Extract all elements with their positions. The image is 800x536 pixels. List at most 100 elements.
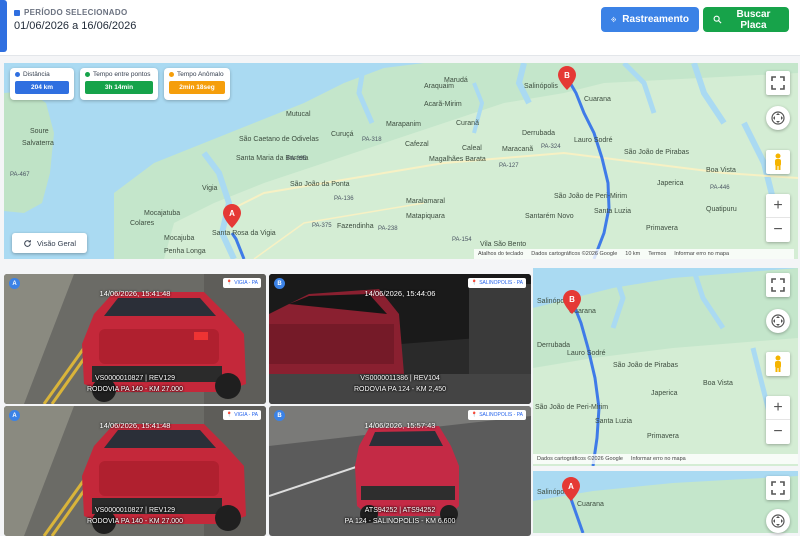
fullscreen-button[interactable] xyxy=(766,273,790,297)
place-label: Caleal xyxy=(462,145,482,152)
place-label: Magalhães Barata xyxy=(429,156,486,163)
zoom-control: + − xyxy=(766,194,790,242)
move-icon xyxy=(771,514,785,528)
fullscreen-icon xyxy=(771,76,785,90)
header: PERÍODO SELECIONADO 01/06/2026 a 16/06/2… xyxy=(0,0,800,56)
capture-point-badge: A xyxy=(9,410,20,421)
road-label: PA-467 xyxy=(10,172,30,178)
place-label: Derrubada xyxy=(537,342,571,349)
place-label: Cafezal xyxy=(405,141,429,148)
capture-device: ATS94252 | ATS94252 xyxy=(364,507,436,514)
zoom-out-button[interactable]: − xyxy=(766,420,790,444)
place-label: Santa Luzia xyxy=(595,418,632,425)
place-label: Boa Vista xyxy=(703,380,733,387)
place-label: Japerica xyxy=(651,390,678,397)
capture-mini-map[interactable]: Salinópolis Cuarana A xyxy=(533,471,798,533)
place-label: Maracanã xyxy=(502,146,534,153)
search-plate-button[interactable]: Buscar Placa xyxy=(703,7,789,32)
place-label: Primavera xyxy=(646,225,678,232)
zoom-control: + − xyxy=(766,396,790,444)
location-tag: 📍 VIGIA - PA xyxy=(222,278,261,288)
place-label: São João de Pirabas xyxy=(624,149,689,156)
capture-road: PA 124 - SALINOPOLIS - KM 6.600 xyxy=(344,518,456,525)
place-label: Acarã-Mirim xyxy=(424,101,462,108)
capture-photo[interactable]: B 📍 SALINOPOLIS - PA 14/06/2026, 15:57:43… xyxy=(269,406,531,536)
capture-point-badge: B xyxy=(274,278,285,289)
road-label: PA-395 xyxy=(287,156,307,162)
road-label: PA-318 xyxy=(362,137,382,143)
overview-button[interactable]: Visão Geral xyxy=(12,233,87,253)
place-label: Santarém Novo xyxy=(525,213,574,220)
tracking-button[interactable]: Rastreamento xyxy=(601,7,699,32)
target-icon xyxy=(611,16,617,23)
zoom-in-button[interactable]: + xyxy=(766,194,790,218)
road-label: PA-375 xyxy=(312,223,332,229)
fullscreen-button[interactable] xyxy=(766,476,790,500)
place-label: Mocajuba xyxy=(164,235,195,242)
place-label: Quatipuru xyxy=(706,206,737,213)
camera-control-button[interactable] xyxy=(766,106,790,130)
period-label: PERÍODO SELECIONADO xyxy=(14,8,128,17)
camera-control-button[interactable] xyxy=(766,509,790,533)
route-pin-b[interactable]: B xyxy=(558,66,576,90)
capture-timestamp: 14/06/2026, 15:57:43 xyxy=(364,421,436,430)
place-label: Cuarana xyxy=(577,501,604,508)
move-icon xyxy=(771,111,785,125)
place-label: Santa Luzia xyxy=(594,208,631,215)
svg-text:B: B xyxy=(569,295,575,304)
map-footer: Atalhos do teclado Dados cartográficos ©… xyxy=(474,249,794,259)
capture-photo[interactable]: A 📍 VIGIA - PA 14/06/2026, 15:41:48 VS000… xyxy=(4,274,266,404)
place-label: São João da Ponta xyxy=(290,181,350,188)
capture-photo[interactable]: B 📍 SALINOPOLIS - PA 14/06/2026, 15:44:06… xyxy=(269,274,531,404)
header-accent xyxy=(0,0,7,52)
svg-text:B: B xyxy=(564,71,570,80)
place-label: São João de Pirabas xyxy=(613,362,678,369)
place-label: Mocajatuba xyxy=(144,210,181,217)
fullscreen-icon xyxy=(771,481,785,495)
keyboard-shortcuts-link[interactable]: Atalhos do teclado xyxy=(478,251,523,257)
svg-text:A: A xyxy=(568,482,574,491)
place-label: Lauro Sodré xyxy=(574,137,613,144)
place-label: São Caetano de Odivelas xyxy=(239,136,319,143)
place-label: Penha Longa xyxy=(164,248,206,255)
fullscreen-button[interactable] xyxy=(766,71,790,95)
place-label: São João de Peri-Mirim xyxy=(535,404,609,411)
stat-time-between: Tempo entre pontos 3h 14min xyxy=(80,68,158,100)
stat-anomalous-time: Tempo Anômalo 2min 18seg xyxy=(164,68,230,100)
camera-control-button[interactable] xyxy=(766,309,790,333)
street-view-pegman[interactable] xyxy=(766,150,790,174)
place-label: Boa Vista xyxy=(706,167,736,174)
capture-point-badge: B xyxy=(274,410,285,421)
route-pin-a[interactable]: A xyxy=(223,204,241,228)
report-error-link[interactable]: Informar erro no mapa xyxy=(631,456,686,462)
stat-distance: Distância 204 km xyxy=(10,68,74,100)
route-pin-b[interactable]: B xyxy=(563,290,581,314)
place-label: Japerica xyxy=(657,180,684,187)
pegman-icon xyxy=(775,153,781,170)
place-label: Salvaterra xyxy=(22,140,54,147)
move-icon xyxy=(771,314,785,328)
map-footer: Dados cartográficos ©2026 Google Informa… xyxy=(533,454,798,464)
place-label: Matapiquara xyxy=(406,213,445,220)
capture-device: VS0000010827 | REV129 xyxy=(94,507,176,514)
capture-mini-map[interactable]: Cuarana Derrubada Lauro Sodré São João d… xyxy=(533,268,798,466)
place-label: Araquaim xyxy=(424,83,454,90)
street-view-pegman[interactable] xyxy=(766,352,790,376)
place-label: Vigia xyxy=(202,185,218,192)
zoom-in-button[interactable]: + xyxy=(766,396,790,420)
place-label: Curanã xyxy=(456,120,479,127)
report-error-link[interactable]: Informar erro no mapa xyxy=(674,251,729,257)
map-scale: 10 km xyxy=(625,251,641,257)
place-label: Santa Rosa da Vigia xyxy=(212,230,276,237)
stat-anomalous-time-value: 2min 18seg xyxy=(169,81,225,94)
location-tag: 📍 SALINOPOLIS - PA xyxy=(467,278,526,288)
place-label: Salinópolis xyxy=(524,83,558,90)
place-label: Mutucal xyxy=(286,111,311,118)
map-copyright: Dados cartográficos ©2026 Google xyxy=(537,456,623,462)
stat-distance-value: 204 km xyxy=(15,81,69,94)
terms-link[interactable]: Termos xyxy=(648,251,666,257)
period-value: 01/06/2026 a 16/06/2026 xyxy=(14,20,137,32)
capture-photo[interactable]: A 📍 VIGIA - PA 14/06/2026, 15:41:48 VS000… xyxy=(4,406,266,536)
zoom-out-button[interactable]: − xyxy=(766,218,790,242)
route-pin-a[interactable]: A xyxy=(562,477,580,501)
